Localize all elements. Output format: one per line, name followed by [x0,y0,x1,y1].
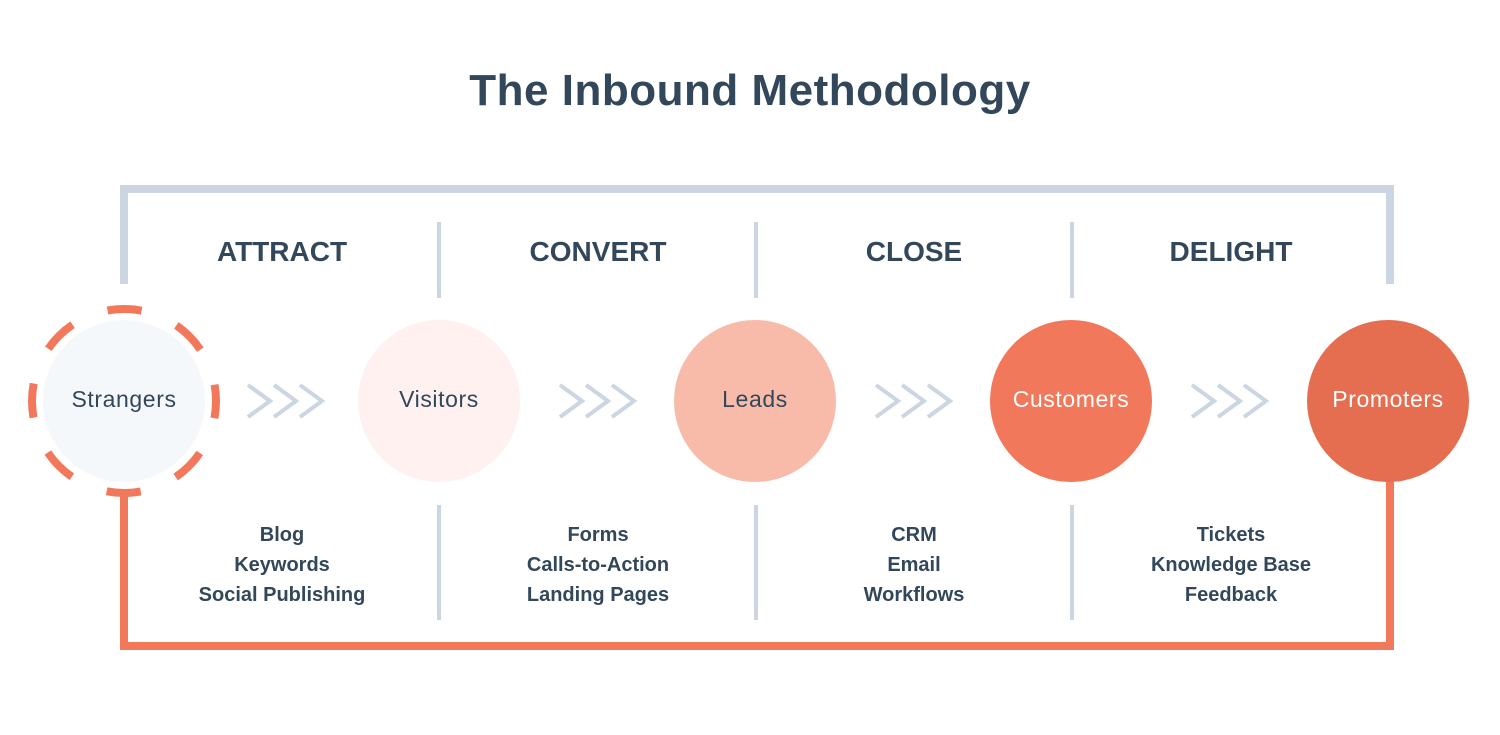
stage-attract: ATTRACT [216,236,348,267]
tool-item: Email [887,554,941,576]
stage-convert: CONVERT [529,236,667,267]
tool-item: Blog [259,524,305,546]
tool-item: Tickets [1196,524,1266,546]
stage-close: CLOSE [865,236,963,267]
tool-item: CRM [891,524,937,546]
tool-item: Knowledge Base [1150,554,1312,576]
tools-list-close: CRM Email Workflows [754,520,1074,610]
chevron-arrows-icon [246,383,326,419]
tool-item: Forms [567,524,629,546]
tool-item: Workflows [863,584,965,606]
tool-item: Landing Pages [526,584,670,606]
node-label-leads: Leads [722,386,788,412]
node-label-strangers: Strangers [71,386,177,412]
chevron-arrows-icon [874,383,954,419]
tool-item: Keywords [234,554,330,576]
stage-delight: DELIGHT [1169,236,1293,267]
tool-item: Calls-to-Action [526,554,670,576]
node-label-customers: Customers [1012,386,1130,412]
tools-list-attract: Blog Keywords Social Publishing [122,520,442,610]
methodology-diagram [28,185,1469,650]
tool-item: Social Publishing [198,584,366,606]
node-label-promoters: Promoters [1332,386,1444,412]
tool-item: Feedback [1184,584,1278,606]
node-label-visitors: Visitors [399,386,479,412]
chevron-arrows-icon [1190,383,1270,419]
tools-list-convert: Forms Calls-to-Action Landing Pages [438,520,758,610]
tools-list-delight: Tickets Knowledge Base Feedback [1071,520,1391,610]
chevron-arrows-icon [558,383,638,419]
